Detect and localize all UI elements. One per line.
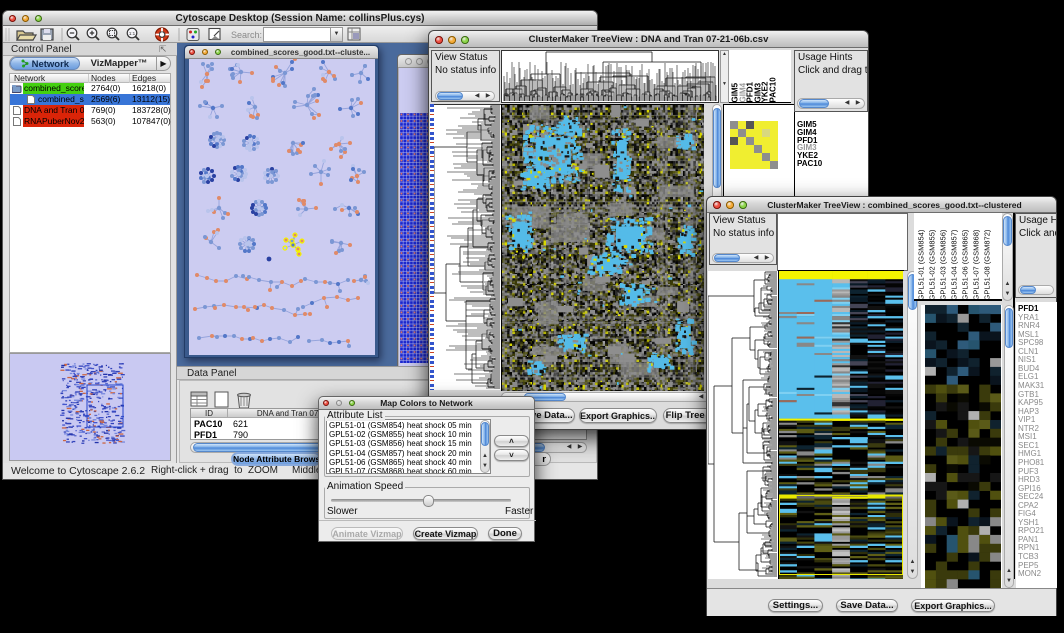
svg-text:1:1: 1:1 (129, 31, 136, 36)
svg-text:Search:: Search: (231, 30, 262, 40)
